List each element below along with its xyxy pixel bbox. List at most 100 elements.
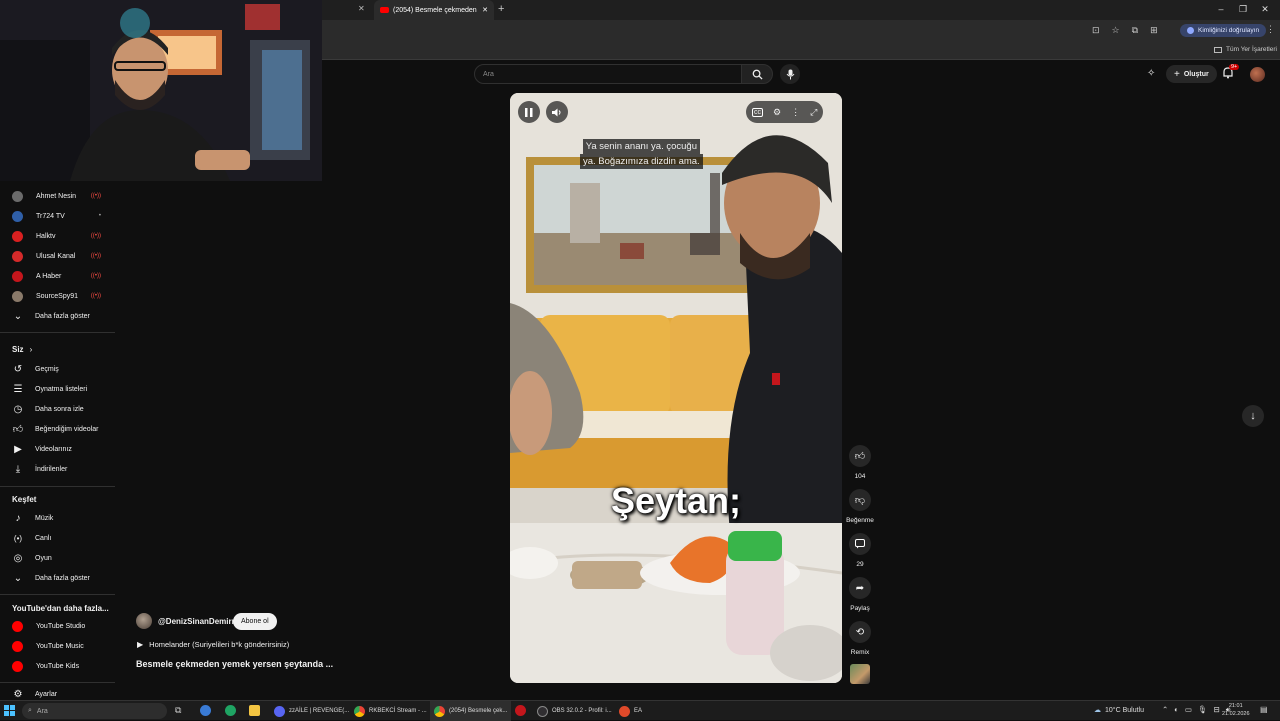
sidebar-item-label: Ulusal Kanal (36, 252, 76, 260)
sidebar-item-youtube-music[interactable]: YouTube Music (0, 636, 115, 656)
shorts-video-player[interactable]: cc ⚙ ⋮ ⤢ Ya senin ananı ya. çocuğu ya. B… (510, 93, 842, 683)
taskbar-app[interactable]: zzAİLE | REVENGE(... (270, 701, 353, 721)
taskbar-search[interactable]: ⌕ Ara (22, 703, 167, 719)
sidebar-item-ahmet-nesin[interactable]: Ahmet Nesin ((•)) (0, 186, 115, 206)
search-input[interactable]: Ara (474, 64, 742, 84)
gaming-icon: ◎ (13, 552, 23, 564)
sidebar-item-gaming[interactable]: ◎ Oyun (0, 548, 115, 568)
clock[interactable]: 21:01 21.02.2026 (1222, 702, 1250, 718)
maximize-button[interactable]: ❐ (1232, 4, 1254, 15)
channel-handle[interactable]: @DenizSinanDemirr (158, 617, 235, 626)
show-more-explore-button[interactable]: ⌄ Daha fazla göster (0, 568, 115, 588)
watch-later-icon: ◷ (13, 403, 23, 415)
sidebar-divider (0, 486, 115, 487)
network-icon[interactable]: ⊟ (1213, 705, 1219, 715)
gear-icon: ⚙ (13, 688, 23, 700)
sidebar-item-sourcespy91[interactable]: SourceSpy91 ((•)) (0, 286, 115, 306)
dislike-button[interactable]: 👎︎ (849, 489, 871, 511)
video-title[interactable]: Besmele çekmeden yemek yersen şeytanda .… (136, 659, 333, 669)
sidebar-item-playlists[interactable]: ☰ Oynatma listeleri (0, 379, 115, 399)
sidebar-item-tr724-tv[interactable]: Tr724 TV • (0, 206, 115, 226)
subscribe-button[interactable]: Abone ol (233, 613, 277, 630)
sidebar-item-watch-later[interactable]: ◷ Daha sonra izle (0, 399, 115, 419)
close-tab-icon[interactable]: ✕ (482, 6, 488, 14)
like-button[interactable]: 👍︎ (849, 445, 871, 467)
taskbar-app-active[interactable]: (2054) Besmele çek... (430, 701, 512, 721)
weather-widget[interactable]: ☁ 10°C Bulutlu (1094, 706, 1144, 715)
more-options-icon[interactable]: ⋮ (791, 107, 800, 118)
sidebar-divider (0, 682, 115, 683)
subtitle-line: Ya senin ananı ya. çocuğu (582, 139, 700, 154)
install-app-icon[interactable]: ⊡ (1092, 25, 1100, 36)
tray-app-icon[interactable]: ◐ (1174, 705, 1179, 715)
taskbar-app[interactable]: OBS 32.0.2 - Profil: i... (533, 701, 616, 721)
next-video-button[interactable]: ↓ (1242, 405, 1264, 427)
you-section-heading[interactable]: Siz › (12, 345, 32, 354)
profile-verify-button[interactable]: Kimliğinizi doğrulayın (1180, 24, 1267, 37)
all-bookmarks-button[interactable]: Tüm Yer İşaretleri (1214, 46, 1277, 53)
pause-button[interactable] (518, 101, 540, 123)
sidebar-item-label: Halktv (36, 232, 56, 240)
sidebar-item-music[interactable]: ♪ Müzik (0, 508, 115, 528)
extensions-icon[interactable]: ⧉ (1132, 25, 1138, 36)
music-link[interactable]: ▶ Homelander (Suriyelileri b*k gönderirs… (137, 640, 289, 649)
minimize-button[interactable]: – (1210, 4, 1232, 15)
like-action: 👍︎ 104 (845, 445, 875, 480)
notifications-button[interactable]: 9+ (1222, 64, 1240, 82)
remix-icon: ⟲ (855, 626, 865, 638)
tray-app-icon[interactable]: ▭ (1185, 705, 1192, 715)
new-tab-button[interactable]: + (498, 3, 504, 15)
microphone-icon[interactable]: 🎙︎ (1198, 705, 1208, 715)
search-placeholder: Ara (483, 70, 494, 78)
voice-search-button[interactable] (780, 64, 800, 84)
comments-button[interactable] (849, 533, 871, 555)
tab-search-icon[interactable]: ⊞ (1150, 25, 1158, 36)
settings-gear-icon[interactable]: ⚙ (773, 107, 781, 118)
sidebar-item-a-haber[interactable]: A Haber ((•)) (0, 266, 115, 286)
taskbar-app[interactable]: EA (615, 701, 646, 721)
app-icon[interactable] (200, 705, 211, 716)
taskbar-search-placeholder: Ara (36, 707, 48, 715)
taskbar-app-label: (2054) Besmele çek... (449, 708, 508, 714)
tab-active[interactable]: (2054) Besmele çekmeden ✕ (374, 0, 494, 20)
edge-icon[interactable] (225, 705, 236, 716)
close-tab-icon[interactable]: ✕ (358, 4, 365, 13)
more-from-youtube-heading: YouTube'dan daha fazla... (12, 604, 109, 613)
taskbar-app-label: RKBEKCİ Stream - ... (369, 708, 427, 714)
cast-icon[interactable]: ✧ (1147, 68, 1155, 79)
windows-start-icon[interactable] (4, 705, 15, 716)
sidebar-item-halktv[interactable]: Halktv ((•)) (0, 226, 115, 246)
video-frame-image (510, 93, 842, 683)
notification-center-icon[interactable]: ▤ (1260, 705, 1268, 714)
liked-icon: 👍︎ (12, 424, 24, 435)
taskbar-app[interactable]: RKBEKCİ Stream - ... (350, 701, 431, 721)
channel-avatar[interactable] (136, 613, 152, 629)
sidebar-item-live[interactable]: (•) Canlı (0, 528, 115, 548)
sidebar-item-your-videos[interactable]: ▶ Videolarınız (0, 439, 115, 459)
sidebar-item-downloads[interactable]: ⤓ İndirilenler (0, 459, 115, 479)
share-button[interactable]: ➦ (849, 577, 871, 599)
volume-button[interactable] (546, 101, 568, 123)
show-more-subscriptions-button[interactable]: ⌄ Daha fazla göster (0, 306, 115, 326)
sidebar-item-ulusal-kanal[interactable]: Ulusal Kanal ((•)) (0, 246, 115, 266)
sidebar-item-youtube-kids[interactable]: YouTube Kids (0, 656, 115, 676)
create-button[interactable]: + Oluştur (1166, 65, 1217, 83)
bookmark-star-icon[interactable]: ☆ (1112, 25, 1120, 36)
fullscreen-icon[interactable]: ⤢ (810, 107, 817, 118)
close-window-button[interactable]: ✕ (1254, 4, 1276, 15)
browser-menu-icon[interactable]: ⋮ (1266, 24, 1275, 35)
sidebar-item-label: Videolarınız (35, 445, 72, 453)
user-avatar[interactable] (1250, 67, 1265, 82)
sidebar-item-history[interactable]: ↺ Geçmiş (0, 359, 115, 379)
sidebar-item-liked-videos[interactable]: 👍︎ Beğendiğim videolar (0, 419, 115, 439)
search-button[interactable] (741, 64, 773, 84)
sidebar-item-settings[interactable]: ⚙ Ayarlar (0, 688, 115, 700)
app-icon[interactable] (515, 705, 526, 716)
tray-chevron-icon[interactable]: ⌃ (1162, 705, 1168, 715)
sidebar-item-youtube-studio[interactable]: YouTube Studio (0, 616, 115, 636)
file-explorer-icon[interactable] (249, 705, 260, 716)
sound-thumbnail[interactable] (850, 664, 870, 684)
captions-icon[interactable]: cc (752, 107, 763, 117)
remix-button[interactable]: ⟲ (849, 621, 871, 643)
task-view-icon[interactable]: ⧉ (175, 705, 181, 716)
